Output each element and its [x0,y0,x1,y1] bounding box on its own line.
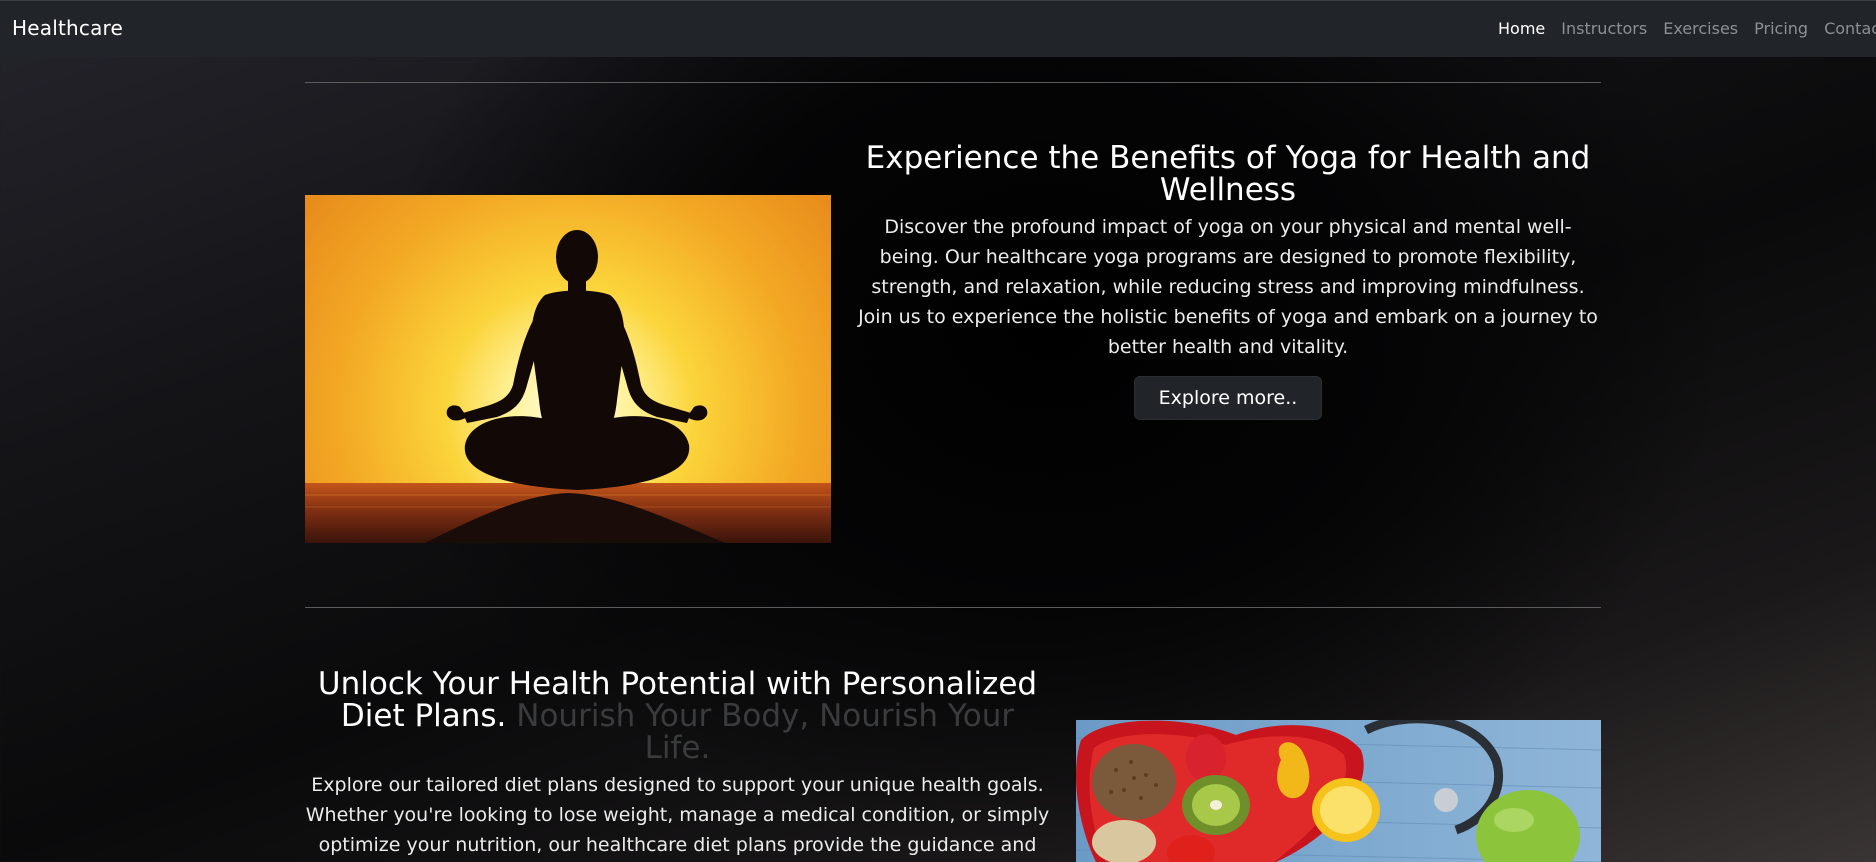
brand-logo[interactable]: Healthcare [12,16,123,40]
diet-heading: Unlock Your Health Potential with Person… [305,668,1050,764]
nav-link-contact[interactable]: Contact [1824,19,1876,38]
diet-image [1076,720,1601,862]
nav-link-pricing[interactable]: Pricing [1754,19,1808,38]
section-divider [305,607,1601,608]
navbar: Healthcare Home Instructors Exercises Pr… [0,0,1876,57]
nav-link-exercises[interactable]: Exercises [1663,19,1738,38]
nav-links: Home Instructors Exercises Pricing Conta… [1498,19,1876,38]
section-divider [305,82,1601,83]
yoga-image [305,195,831,543]
diet-description: Explore our tailored diet plans designed… [305,774,1050,856]
nav-link-home[interactable]: Home [1498,19,1545,38]
yoga-text-block: Experience the Benefits of Yoga for Heal… [855,142,1601,420]
yoga-description: Discover the profound impact of yoga on … [858,216,1598,358]
diet-heading-tagline: Nourish Your Body, Nourish Your Life. [516,698,1015,766]
yoga-heading: Experience the Benefits of Yoga for Heal… [865,140,1591,208]
nav-link-instructors[interactable]: Instructors [1561,19,1647,38]
diet-text-block: Unlock Your Health Potential with Person… [305,668,1050,862]
explore-more-button[interactable]: Explore more.. [1133,376,1323,420]
